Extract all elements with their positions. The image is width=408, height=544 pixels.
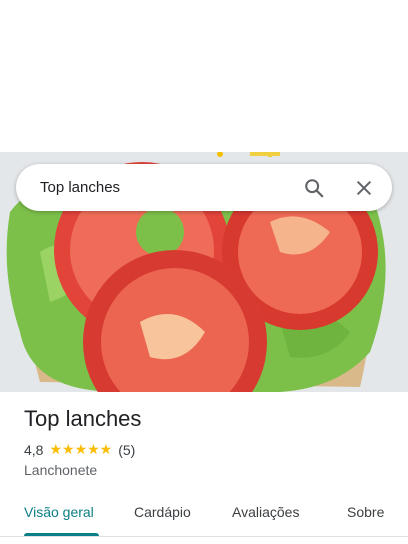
search-input[interactable]: Top lanches bbox=[40, 179, 296, 196]
review-count[interactable]: (5) bbox=[118, 442, 135, 458]
place-info: Top lanches 4,8 ★★★★★ (5) Lanchonete bbox=[24, 405, 392, 478]
tab-overview[interactable]: Visão geral bbox=[24, 504, 94, 520]
place-title: Top lanches bbox=[24, 406, 142, 431]
search-bar[interactable]: Top lanches bbox=[16, 164, 392, 211]
close-icon[interactable] bbox=[346, 170, 382, 206]
rating-value: 4,8 bbox=[24, 441, 44, 458]
place-tabs: Visão geral Cardápio Avaliações Sobre bbox=[0, 496, 408, 536]
star-rating-icon: ★★★★★ bbox=[49, 441, 113, 457]
tab-about[interactable]: Sobre bbox=[347, 504, 384, 520]
search-icon[interactable] bbox=[296, 170, 332, 206]
tab-reviews[interactable]: Avaliações bbox=[232, 504, 299, 520]
place-category[interactable]: Lanchonete bbox=[24, 462, 392, 478]
tabs-divider bbox=[0, 536, 408, 537]
rating-row[interactable]: 4,8 ★★★★★ (5) bbox=[24, 441, 392, 458]
tab-menu[interactable]: Cardápio bbox=[134, 504, 191, 520]
map-area-blank bbox=[0, 0, 408, 152]
